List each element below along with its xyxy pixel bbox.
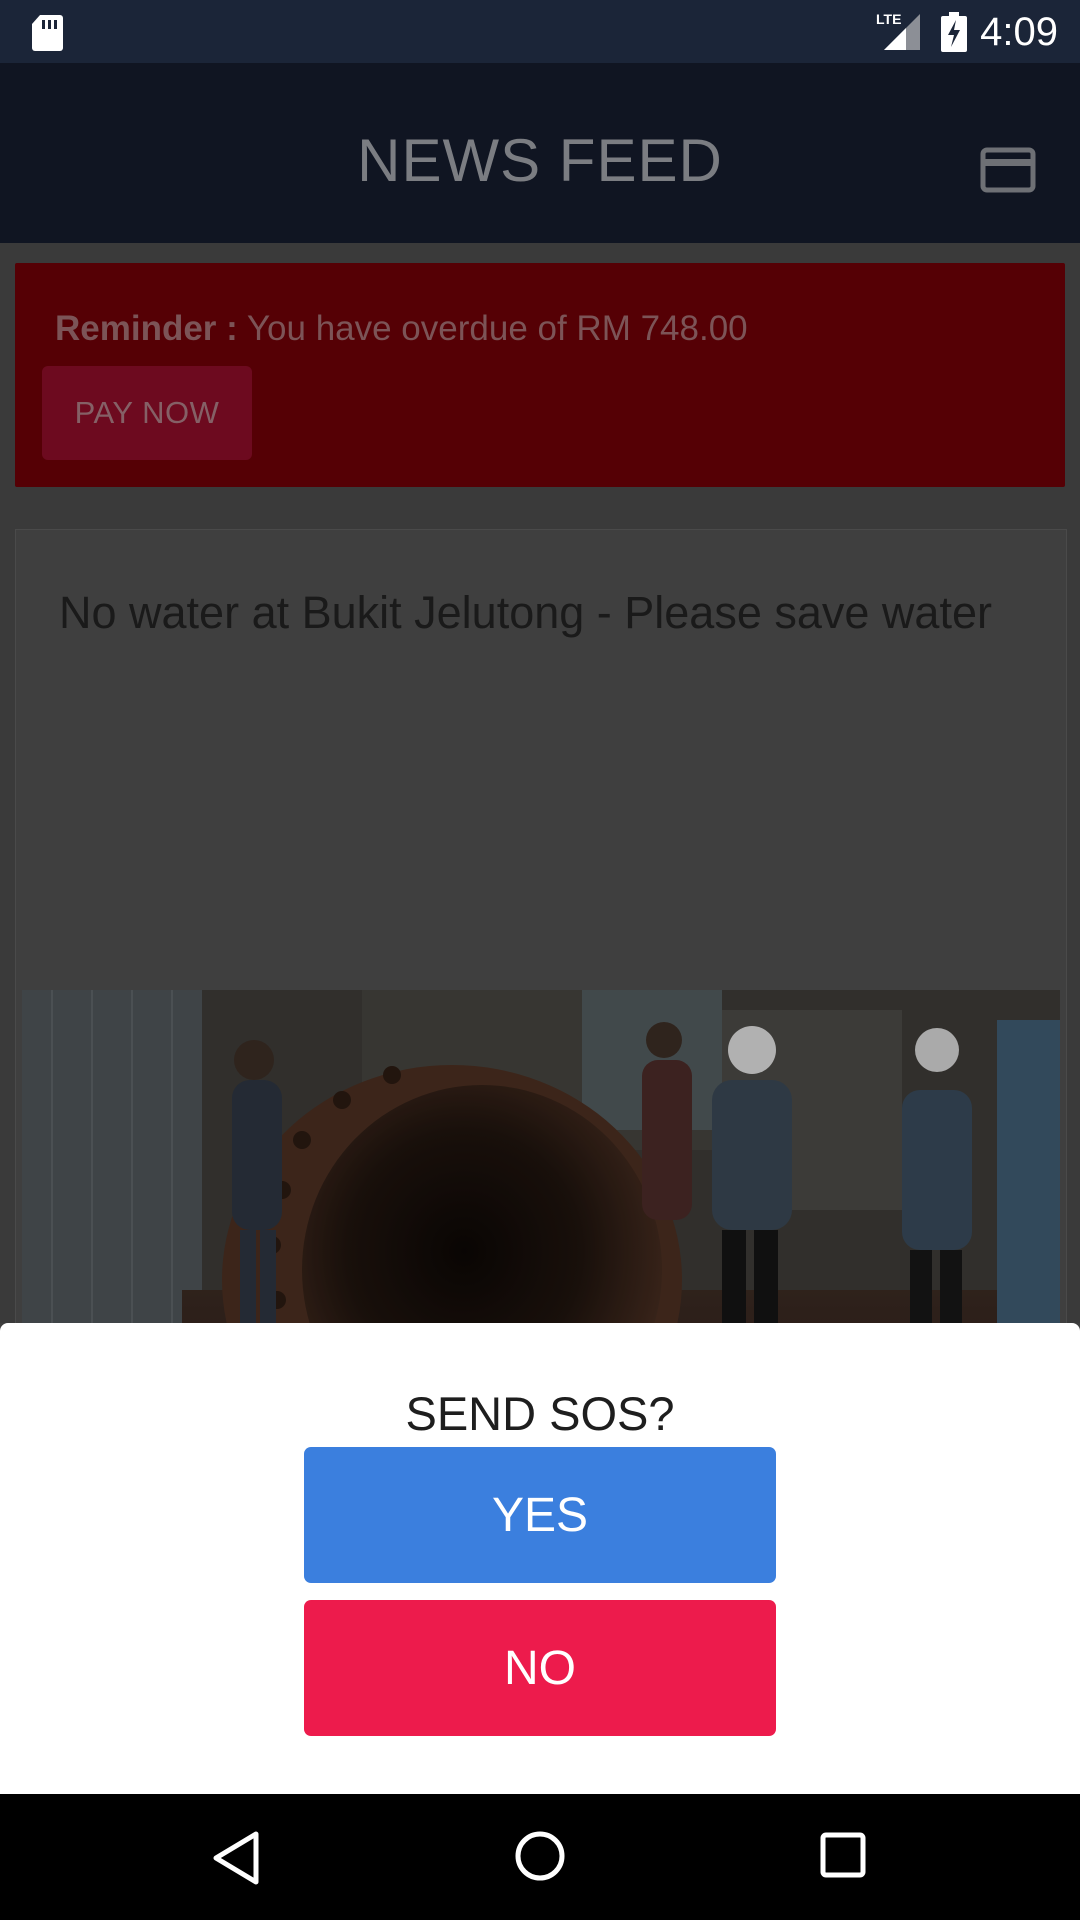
reminder-message: You have overdue of RM 748.00: [237, 309, 748, 348]
dialog-title: SEND SOS?: [405, 1387, 675, 1440]
sos-dialog: SEND SOS? YES NO: [0, 1323, 1080, 1794]
news-feed-content: Reminder : You have overdue of RM 748.00…: [0, 243, 1080, 1516]
page-title: NEWS FEED: [357, 127, 723, 194]
sd-card-icon: [32, 15, 63, 51]
no-button[interactable]: NO: [304, 1600, 776, 1736]
reminder-label: Reminder :: [55, 309, 238, 348]
pay-now-button[interactable]: PAY NOW: [42, 366, 252, 460]
status-bar: LTE 4:09: [0, 0, 1080, 63]
status-time: 4:09: [980, 10, 1058, 54]
recents-icon[interactable]: [820, 1832, 866, 1878]
lte-signal-icon: LTE: [876, 11, 920, 50]
app-bar: NEWS FEED: [0, 63, 1080, 243]
news-title: No water at Bukit Jelutong - Please save…: [59, 587, 992, 638]
home-icon[interactable]: [514, 1830, 566, 1882]
reminder-text: Reminder : You have overdue of RM 748.00: [55, 307, 748, 351]
credit-card-icon[interactable]: [980, 147, 1036, 193]
svg-text:LTE: LTE: [876, 11, 901, 27]
navigation-bar: [0, 1794, 1080, 1920]
battery-charging-icon: [941, 12, 967, 52]
back-icon[interactable]: [212, 1830, 260, 1886]
news-card[interactable]: No water at Bukit Jelutong - Please save…: [15, 529, 1067, 1516]
screen: LTE 4:09 NEWS FEED Reminder : You have o…: [0, 0, 1080, 1920]
reminder-card: Reminder : You have overdue of RM 748.00…: [15, 263, 1065, 487]
yes-button[interactable]: YES: [304, 1447, 776, 1583]
